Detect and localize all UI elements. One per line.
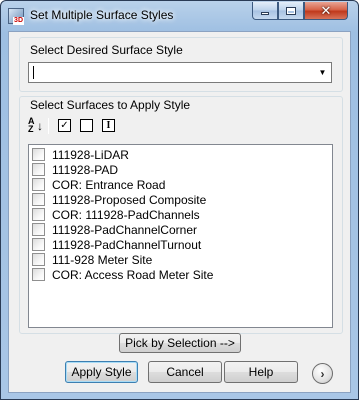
maximize-button[interactable] xyxy=(278,2,304,20)
style-group-label: Select Desired Surface Style xyxy=(30,43,183,57)
surface-style-combobox[interactable]: ▼ xyxy=(28,62,332,83)
help-button[interactable]: Help xyxy=(224,361,298,383)
sort-arrow-icon: ↓ xyxy=(37,119,43,133)
window-title: Set Multiple Surface Styles xyxy=(30,8,174,22)
invert-selection-icon[interactable]: I xyxy=(102,119,115,132)
minimize-button[interactable] xyxy=(252,2,278,20)
sort-letter-z: Z xyxy=(28,124,34,134)
list-item[interactable]: 111928-PAD xyxy=(32,162,118,177)
surface-checkbox[interactable] xyxy=(32,193,45,206)
surface-label: 111928-LiDAR xyxy=(52,147,129,162)
civil3d-app-icon[interactable]: 3D xyxy=(8,8,24,25)
list-item[interactable]: 111928-LiDAR xyxy=(32,147,129,162)
minimize-icon xyxy=(261,12,269,15)
list-item[interactable]: COR: 111928-PadChannels xyxy=(32,207,200,222)
list-item[interactable]: 111928-Proposed Composite xyxy=(32,192,206,207)
list-item[interactable]: COR: Access Road Meter Site xyxy=(32,267,213,282)
apply-style-button[interactable]: Apply Style xyxy=(65,361,138,383)
expand-more-icon[interactable]: › xyxy=(312,363,333,384)
surfaces-group-label: Select Surfaces to Apply Style xyxy=(30,98,191,112)
surface-label: 111928-PadChannelCorner xyxy=(52,222,197,237)
surface-label: 111928-PadChannelTurnout xyxy=(52,237,202,252)
sort-az-icon[interactable]: AZ ↓ xyxy=(28,117,44,135)
dialog-window: 3D Set Multiple Surface Styles ✕ Select … xyxy=(0,0,359,400)
cancel-button[interactable]: Cancel xyxy=(148,361,222,383)
surface-checkbox[interactable] xyxy=(32,223,45,236)
surface-checkbox[interactable] xyxy=(32,163,45,176)
surface-label: COR: Entrance Road xyxy=(52,177,166,192)
surface-checkbox[interactable] xyxy=(32,208,45,221)
close-icon: ✕ xyxy=(320,3,332,18)
surface-checkbox[interactable] xyxy=(32,268,45,281)
text-caret xyxy=(33,66,34,79)
check-all-icon[interactable]: ✓ xyxy=(58,119,71,132)
list-item[interactable]: COR: Entrance Road xyxy=(32,177,165,192)
surface-label: COR: Access Road Meter Site xyxy=(52,267,214,282)
list-item[interactable]: 111928-PadChannelCorner xyxy=(32,222,197,237)
surface-label: 111928-Proposed Composite xyxy=(52,192,207,207)
dialog-client-area: Select Desired Surface Style ▼ Select Su… xyxy=(8,31,351,393)
maximize-icon xyxy=(286,6,296,15)
app-icon-badge: 3D xyxy=(13,17,24,25)
surface-label: 111-928 Meter Site xyxy=(52,252,153,267)
title-bar[interactable]: 3D Set Multiple Surface Styles ✕ xyxy=(1,1,358,31)
dropdown-arrow-icon[interactable]: ▼ xyxy=(314,63,331,82)
surface-label: 111928-PAD xyxy=(52,162,119,177)
close-button[interactable]: ✕ xyxy=(304,2,348,20)
surfaces-listbox[interactable]: 111928-LiDAR 111928-PAD COR: Entrance Ro… xyxy=(28,144,333,328)
sort-az-letters: AZ xyxy=(28,117,35,134)
pick-by-selection-button[interactable]: Pick by Selection --> xyxy=(119,333,241,353)
list-item[interactable]: 111928-PadChannelTurnout xyxy=(32,237,201,252)
surface-checkbox[interactable] xyxy=(32,178,45,191)
toolbar-separator xyxy=(48,118,49,134)
surface-checkbox[interactable] xyxy=(32,148,45,161)
surface-checkbox[interactable] xyxy=(32,238,45,251)
uncheck-all-icon[interactable] xyxy=(80,119,93,132)
list-item[interactable]: 111-928 Meter Site xyxy=(32,252,152,267)
surface-checkbox[interactable] xyxy=(32,253,45,266)
surface-label: COR: 111928-PadChannels xyxy=(52,207,200,222)
